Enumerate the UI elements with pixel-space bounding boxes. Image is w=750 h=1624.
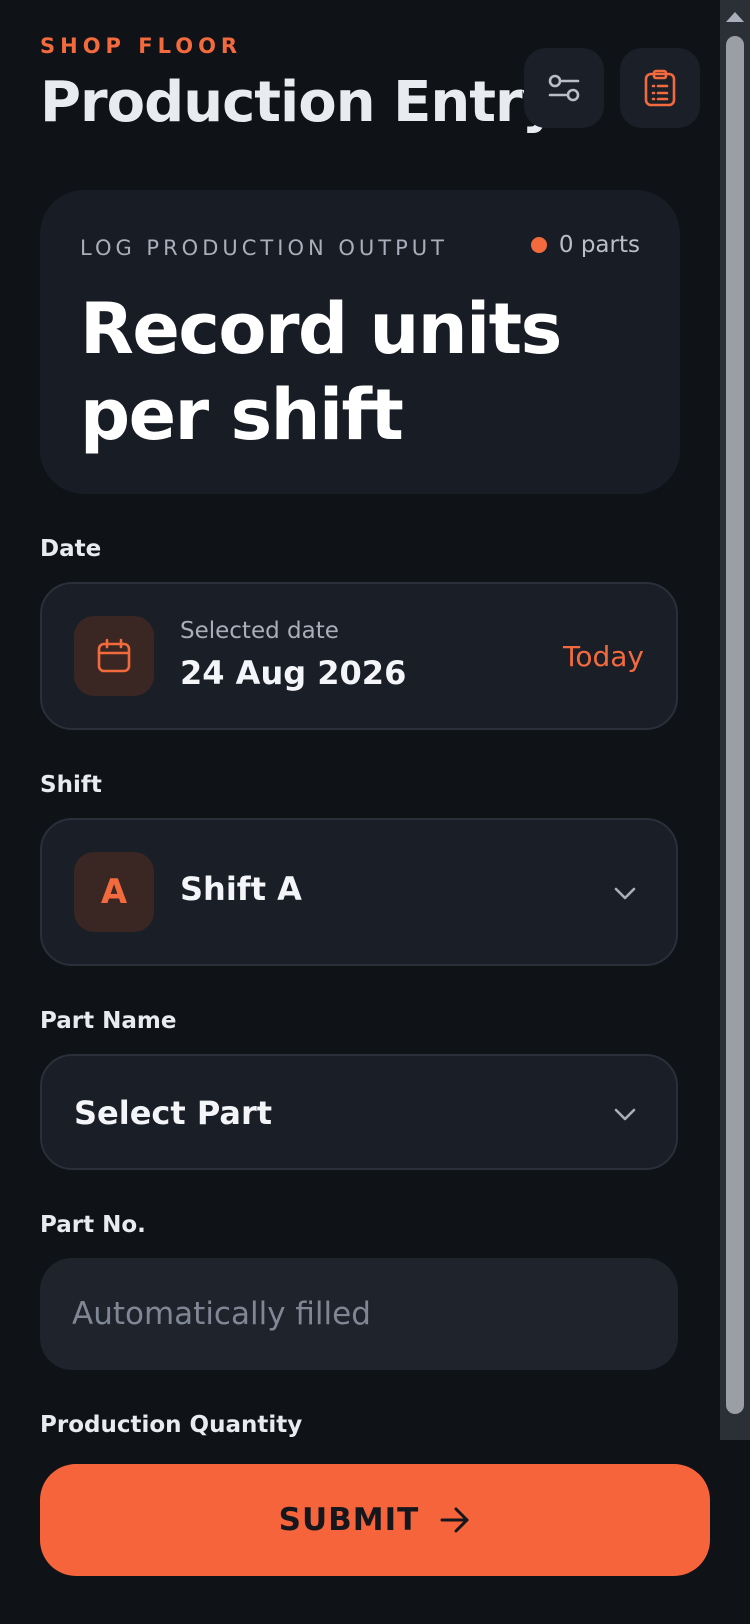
scroll-up-arrow-icon[interactable]	[726, 12, 744, 22]
entries-button[interactable]	[620, 48, 700, 128]
calendar-tile	[74, 616, 154, 696]
part-no-field[interactable]	[40, 1258, 678, 1370]
hero-kicker: LOG PRODUCTION OUTPUT	[80, 236, 448, 260]
parts-count-label: 0 parts	[558, 232, 640, 258]
status-dot-icon	[530, 237, 547, 253]
arrow-right-icon	[440, 1507, 469, 1533]
shift-label: Shift	[40, 772, 102, 798]
page-title: Production Entry	[40, 70, 558, 135]
calendar-icon	[97, 638, 131, 673]
part-name-value: Select Part	[74, 1094, 273, 1132]
today-button[interactable]: Today	[563, 640, 644, 673]
date-caption: Selected date	[180, 618, 339, 644]
date-label: Date	[40, 536, 102, 562]
shift-badge: A	[74, 852, 154, 932]
submit-label: SUBMIT	[278, 1502, 420, 1538]
part-no-label: Part No.	[40, 1212, 146, 1238]
sliders-icon	[548, 74, 580, 102]
shift-select[interactable]: A Shift A	[40, 818, 678, 966]
chevron-down-icon	[614, 1108, 636, 1121]
filters-button[interactable]	[524, 48, 604, 128]
shift-badge-letter: A	[100, 872, 128, 912]
clipboard-list-icon	[644, 69, 676, 107]
chevron-down-icon	[614, 887, 636, 900]
hero-headline: Record units per shift	[80, 288, 562, 456]
part-name-select[interactable]: Select Part	[40, 1054, 678, 1170]
section-eyebrow: SHOP FLOOR	[40, 34, 243, 58]
date-value: 24 Aug 2026	[180, 654, 407, 692]
shift-value: Shift A	[180, 870, 302, 908]
hero-card: LOG PRODUCTION OUTPUT 0 parts Record uni…	[40, 190, 680, 494]
production-entry-screen: SHOP FLOOR Production Entry LOG PRODUCTI…	[0, 0, 750, 1624]
production-quantity-label: Production Quantity	[40, 1412, 303, 1438]
part-name-label: Part Name	[40, 1008, 177, 1034]
submit-button[interactable]: SUBMIT	[40, 1464, 710, 1576]
scrollbar-thumb[interactable]	[726, 36, 744, 1414]
date-picker[interactable]: Selected date 24 Aug 2026 Today	[40, 582, 678, 730]
parts-count-badge: 0 parts	[530, 232, 640, 258]
